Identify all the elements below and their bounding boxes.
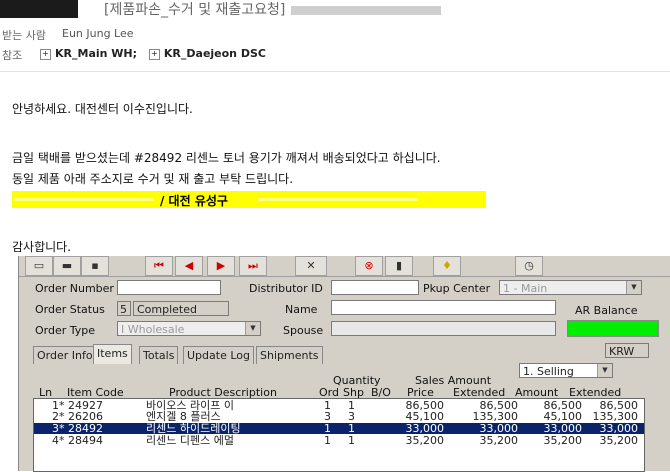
cell-item-code: 26206 [68,410,103,423]
cell-price: 45,100 [405,410,445,423]
cell-shp: 3 [348,410,355,423]
pkup-center-value: 1 - Main [503,282,548,295]
address-redacted [258,198,418,201]
to-recipient[interactable]: Eun Jung Lee [62,27,134,40]
cell-ord: 1 [324,434,331,447]
greeting-line: 안녕하세요. 대전센터 이수진입니다. [12,102,193,116]
cc-label: 참조 [2,49,23,62]
order-status-text: Completed [133,301,229,316]
order-entry-window: ▭ ▬ ▪ ⏮ ◀ ▶ ⏭ ✕ ⊗ ▮ ♦ ◷ Order Number Dis… [18,256,670,472]
cross-icon[interactable]: ✕ [295,256,327,276]
cell-item-code: 28492 [68,422,103,435]
tab-items[interactable]: Items [93,344,132,364]
ar-balance-label: AR Balance [575,304,638,317]
order-status-code: 5 [117,301,131,316]
pkup-center-select[interactable]: 1 - Main ▼ [499,280,642,295]
cell-ln: 3* [52,422,65,435]
cell-extended: 35,200 [479,434,519,447]
body-line-1: 금일 택배를 받으셨는데 #28492 리센느 토너 용기가 깨져서 배송되었다… [12,151,441,165]
tab-update-log[interactable]: Update Log [183,346,254,364]
expand-icon: + [148,48,160,60]
name-field[interactable] [331,300,556,315]
cell-extended-2: 135,300 [592,410,639,423]
distributor-id-label: Distributor ID [249,282,323,295]
expand-icon: + [40,48,51,60]
cc-item-daejeon-dsc[interactable]: + KR_Daejeon DSC [148,47,266,60]
table-row[interactable]: 2* 26206 엔지겔 8 플러스 3 3 45,100 135,300 45… [34,411,644,422]
book-icon[interactable]: ▮ [385,256,413,276]
mail-header: [제품파손_수거 및 재출고요청] 받는 사람 Eun Jung Lee 참조 … [0,0,670,72]
cell-shp: 1 [348,422,355,435]
address-line: / 대전 유성구 [160,194,228,208]
cell-ln: 2* [52,410,65,423]
spouse-field[interactable] [331,321,556,336]
chevron-down-icon[interactable]: ▼ [245,322,260,335]
cell-description: 리센느 하이드레이팅 [146,422,241,435]
order-type-label: Order Type [35,324,96,337]
cell-item-code: 28494 [68,434,103,447]
mail-subject-text: [제품파손_수거 및 재출고요청] [104,2,286,18]
order-type-value: I Wholesale [121,323,185,336]
price-level-select[interactable]: 1. Selling ▼ [519,363,613,378]
cell-price: 33,000 [405,422,445,435]
cell-shp: 1 [348,434,355,447]
first-icon[interactable]: ⏮ [145,256,173,276]
cell-description: 엔지겔 8 플러스 [146,410,221,423]
cc-list: + KR_Main WH; + KR_Daejeon DSC [40,47,266,60]
last-icon[interactable]: ⏭ [239,256,267,276]
currency-badge: KRW [605,343,649,358]
sender-avatar [0,0,78,18]
cell-description: 리센느 디펜스 에멀 [146,434,234,447]
to-label: 받는 사람 [2,29,46,42]
chevron-down-icon[interactable]: ▼ [597,364,612,377]
cell-ord: 1 [324,422,331,435]
mail-subject: [제품파손_수거 및 재출고요청] [104,0,442,19]
tab-order-info[interactable]: Order Info [33,346,97,364]
bulb-icon[interactable]: ♦ [433,256,461,276]
order-type-select[interactable]: I Wholesale ▼ [117,321,261,336]
disk-icon[interactable]: ▪ [81,256,109,276]
cell-extended: 135,300 [472,410,519,423]
order-number-label: Order Number [35,282,114,295]
cc-item-main-wh[interactable]: + KR_Main WH; [40,47,137,60]
subject-redacted [291,5,442,15]
address-redacted [14,198,154,201]
ar-balance-field [567,320,659,337]
closing-line: 감사합니다. [12,240,72,254]
distributor-id-field[interactable] [331,280,419,295]
table-row-selected[interactable]: 3* 28492 리센느 하이드레이팅 1 1 33,000 33,000 33… [34,423,644,434]
chevron-down-icon[interactable]: ▼ [626,281,641,294]
cell-extended-2: 35,200 [599,434,639,447]
tab-shipments[interactable]: Shipments [256,346,323,364]
toolbar: ▭ ▬ ▪ ⏮ ◀ ▶ ⏭ ✕ ⊗ ▮ ♦ ◷ [19,256,670,277]
save-icon[interactable]: ▬ [53,256,81,276]
cancel-icon[interactable]: ⊗ [355,256,383,276]
prev-icon[interactable]: ◀ [175,256,203,276]
pkup-center-label: Pkup Center [423,282,491,295]
order-status-label: Order Status [35,303,105,316]
tab-totals[interactable]: Totals [139,346,179,364]
cell-ord: 3 [324,410,331,423]
header-divider [0,71,670,72]
price-level-value: 1. Selling [523,365,574,378]
name-label: Name [285,303,318,316]
body-line-2: 동일 제품 아래 주소지로 수거 및 재 출고 부탁 드립니다. [12,172,294,186]
cell-ln: 4* [52,434,65,447]
items-grid: 1* 24927 바이오스 라이프 이 1 1 86,500 86,500 86… [33,398,645,472]
order-number-field[interactable] [117,280,221,295]
open-icon[interactable]: ▭ [25,256,53,276]
clock-icon[interactable]: ◷ [515,256,543,276]
cell-extended-2: 33,000 [599,422,639,435]
cell-price: 35,200 [405,434,445,447]
cell-extended: 33,000 [479,422,519,435]
spouse-label: Spouse [283,324,324,337]
next-icon[interactable]: ▶ [207,256,235,276]
table-row[interactable]: 4* 28494 리센느 디펜스 에멀 1 1 35,200 35,200 35… [34,435,644,446]
